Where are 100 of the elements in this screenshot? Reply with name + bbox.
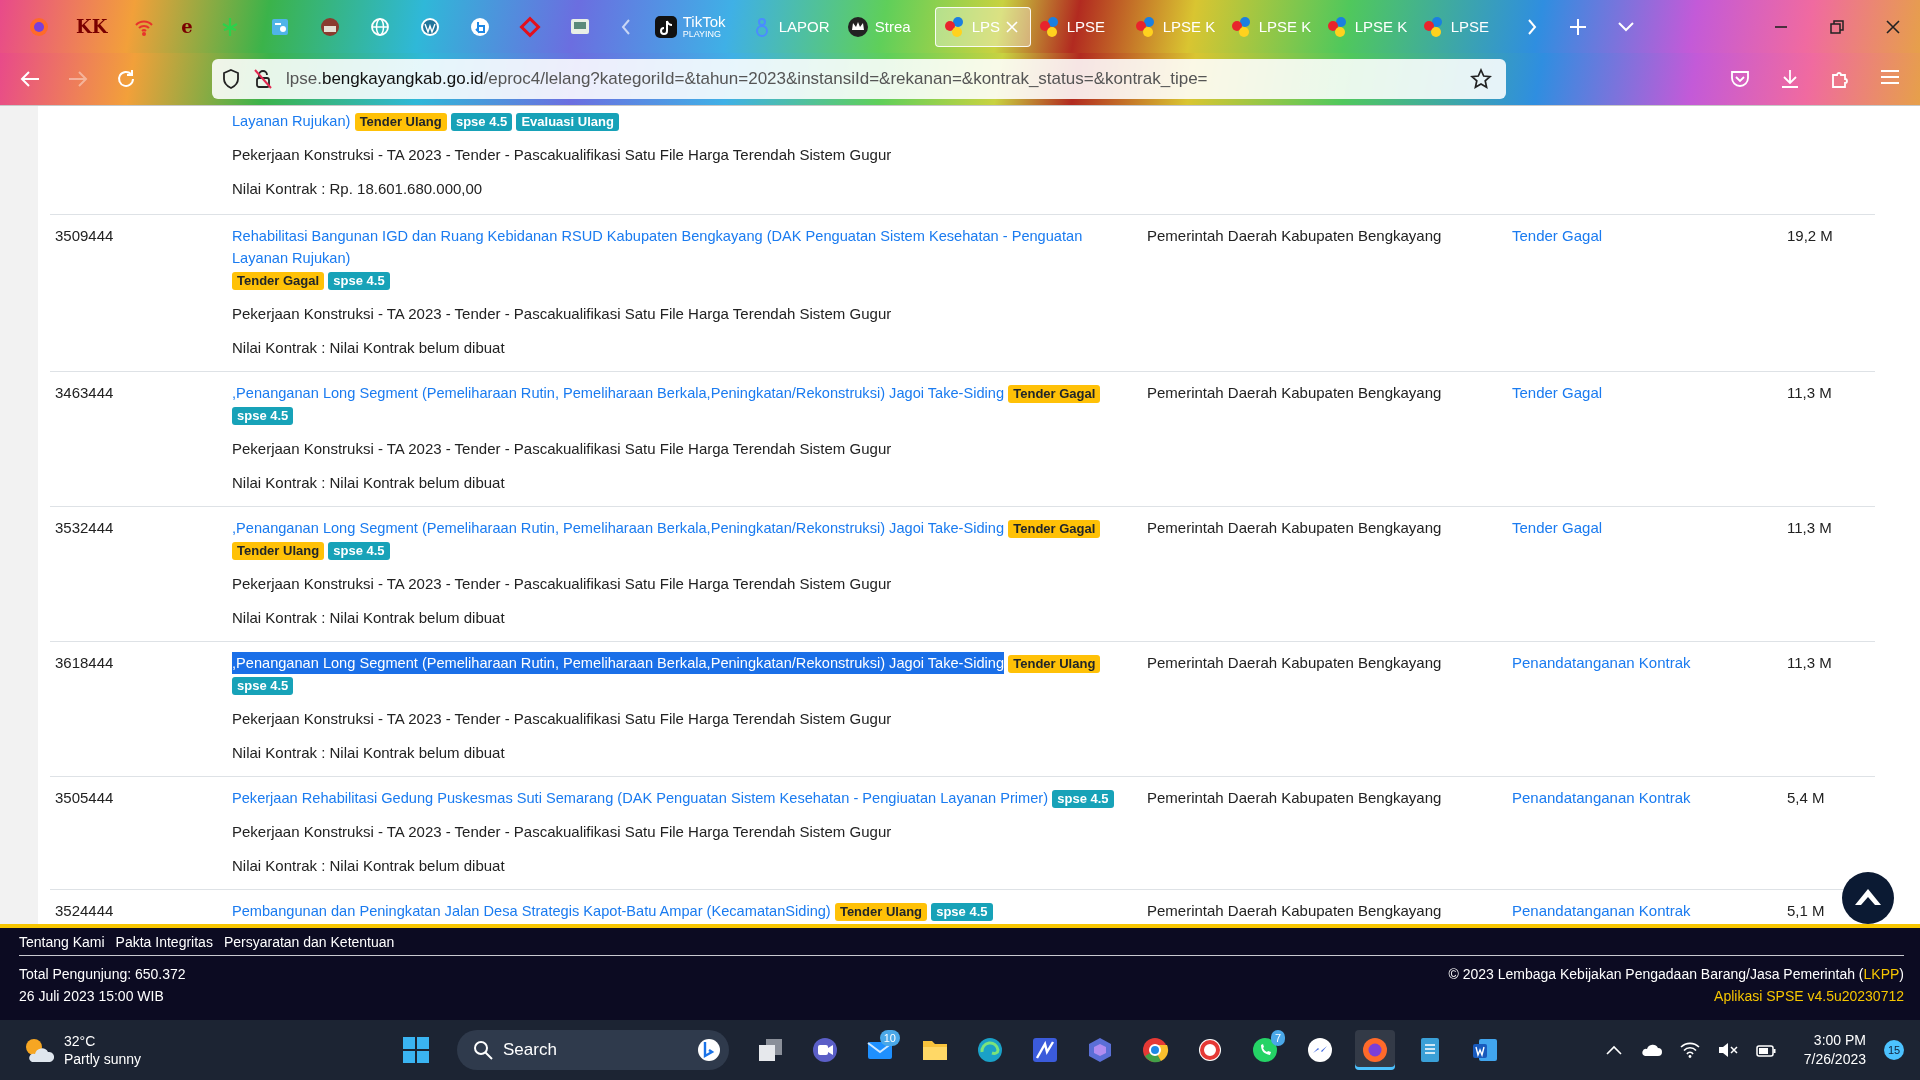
table-cell: 11,3 M [1787, 519, 1832, 536]
ring-icon [1196, 1036, 1224, 1064]
status-tag: spse 4.5 [328, 542, 390, 560]
status-tag: spse 4.5 [450, 113, 513, 131]
speaker-muted-icon[interactable] [1717, 1042, 1738, 1058]
plus-icon[interactable] [1568, 17, 1587, 36]
tab-title: LAPOR [778, 18, 830, 35]
search-field[interactable]: Search [457, 1030, 729, 1070]
table-cell: Pemerintah Daerah Kabupaten Bengkayang [1147, 227, 1442, 244]
wave-icon [976, 1036, 1004, 1064]
table-cell: 3524444 [55, 902, 114, 919]
status-tag: Tender Gagal [1008, 385, 1101, 403]
crown-icon [846, 15, 869, 38]
tender-link[interactable]: Pembangunan dan Peningkatan Jalan Desa Strategis Kapot-Batu Ampar (KecamatanSiding) [232, 900, 831, 922]
pinned-tab[interactable]: KK [76, 16, 108, 37]
chat-bubble-icon [1306, 1036, 1334, 1064]
tender-link[interactable]: Layanan Rujukan) [232, 110, 351, 132]
time-text: 3:00 PM [1813, 1031, 1866, 1050]
contract-value: Nilai Kontrak : Nilai Kontrak belum dibuat [232, 743, 506, 763]
browser-tab[interactable]: TikTok PLAYING [646, 6, 743, 47]
tab-title: LPS [971, 18, 1001, 35]
taskbar-app[interactable] [1355, 1030, 1395, 1070]
notification-count[interactable]: 15 [1884, 1040, 1904, 1060]
tender-description: Pekerjaan Konstruksi - TA 2023 - Tender - Pascakualifikasi Satu File Harga Terendah Sistem Gugur [232, 709, 893, 729]
tender-link[interactable]: ,Penanganan Long Segment (Pemeliharaan Rutin, Pemeliharaan Berkala,Peningkatan/Rekonstruksi) Jagoi Take-Siding [232, 382, 1005, 404]
taskbar-app[interactable]: 10 [860, 1030, 900, 1070]
status-link[interactable]: Tender Gagal [1512, 227, 1603, 244]
table-cell: 3532444 [55, 519, 114, 536]
download-icon[interactable] [1780, 69, 1800, 89]
status-tag: spse 4.5 [1052, 790, 1114, 808]
status-tag: Tender Ulang [354, 113, 447, 131]
contract-value: Nilai Kontrak : Nilai Kontrak belum dibuat [232, 338, 506, 358]
status-tag: Tender Ulang [1008, 655, 1101, 673]
contract-value: Nilai Kontrak : Rp. 18.601.680.000,00 [232, 179, 484, 199]
status-link[interactable]: Tender Gagal [1512, 384, 1603, 401]
contract-value: Nilai Kontrak : Nilai Kontrak belum dibuat [232, 856, 506, 876]
table-cell: 11,3 M [1787, 654, 1832, 671]
temperature-text: 32°C [64, 1032, 97, 1050]
tender-link[interactable]: Pekerjaan Rehabilitasi Gedung Puskesmas Suti Semarang (DAK Penguatan Sistem Kesehatan - Pengiuatan Layanan Primer) [232, 787, 1049, 809]
status-tag: Evaluasi Ulang [516, 113, 619, 131]
notification-badge: 10 [879, 1030, 900, 1046]
back-icon[interactable] [20, 70, 40, 88]
close-icon[interactable] [1886, 19, 1900, 34]
lkpp-link[interactable]: LKPP [1863, 966, 1900, 982]
puzzle-icon[interactable] [1830, 69, 1850, 89]
footer-link[interactable]: Pakta Integritas [115, 934, 213, 950]
table-cell: 3618444 [55, 654, 114, 671]
battery-icon[interactable] [1755, 1042, 1776, 1058]
shield-icon[interactable] [222, 69, 240, 89]
tab-title: LPSE [1066, 18, 1106, 35]
footer-link[interactable]: Persyaratan dan Ketentuan [223, 934, 395, 950]
chevron-up-icon[interactable] [1605, 1045, 1622, 1055]
table-cell: Pemerintah Daerah Kabupaten Bengkayang [1147, 902, 1442, 919]
table-cell: Pemerintah Daerah Kabupaten Bengkayang [1147, 789, 1442, 806]
tender-link[interactable]: ,Penanganan Long Segment (Pemeliharaan Rutin, Pemeliharaan Berkala,Peningkatan/Rekonstruksi) Jagoi Take-Siding [232, 652, 1005, 674]
clock[interactable]: 3:00 PM 7/26/2023 [1803, 1031, 1866, 1069]
wordpress-icon[interactable] [418, 15, 441, 38]
status-link[interactable]: Penandatanganan Kontrak [1512, 654, 1691, 671]
table-cell: Pemerintah Daerah Kabupaten Bengkayang [1147, 384, 1442, 401]
restore-icon[interactable] [1830, 19, 1844, 34]
lock-off-icon[interactable] [254, 69, 272, 89]
browser-tab[interactable]: LPSE [1414, 6, 1511, 47]
footer-link[interactable]: Tentang Kami [19, 934, 105, 950]
tab-status: PLAYING [682, 29, 723, 40]
cloud-icon[interactable] [1639, 1043, 1662, 1057]
status-tag: spse 4.5 [232, 407, 294, 425]
version-link[interactable]: Aplikasi SPSE v4.5u20230712 [1714, 985, 1904, 1007]
video-chat-icon [811, 1036, 839, 1064]
contract-value: Nilai Kontrak : Nilai Kontrak belum dibuat [232, 608, 506, 628]
date-text: 7/26/2023 [1803, 1050, 1866, 1069]
address-bar[interactable]: lpse.bengkayangkab.go.id/eproc4/lelang?kategoriId=&tahun=2023&instansiId=&rekanan=&kontrak_status=&kontrak_tipe= [212, 59, 1506, 99]
status-link[interactable]: Penandatanganan Kontrak [1512, 789, 1691, 806]
status-tag: spse 4.5 [931, 903, 993, 921]
chevron-down-icon[interactable] [1616, 20, 1635, 33]
windows-icon[interactable] [402, 1036, 430, 1064]
browser-tab[interactable]: LPSE [1030, 6, 1127, 47]
tender-link[interactable]: Rehabilitasi Bangunan IGD dan Ruang Kebidanan RSUD Kabupaten Bengkayang (DAK Penguatan Sistem Kesehatan - Penguatan Layanan Rujukan) [232, 225, 1142, 269]
scroll-top-button[interactable] [1842, 872, 1894, 924]
tab-title: LPSE [1450, 18, 1490, 35]
browser-tab[interactable]: LAPOR [742, 6, 839, 47]
browser-tab[interactable]: LPSE K [1318, 6, 1415, 47]
table-cell: 3509444 [55, 227, 114, 244]
status-link[interactable]: Tender Gagal [1512, 519, 1603, 536]
url-text: lpse.bengkayangkab.go.id/eproc4/lelang?kategoriId=&tahun=2023&instansiId=&rekanan=&kontrak_status=&kontrak_tipe= [286, 69, 1209, 89]
star-icon[interactable] [1470, 68, 1492, 90]
tab-title: Strea [874, 18, 911, 35]
search-icon [473, 1040, 493, 1060]
pinned-tab[interactable]: e [181, 16, 193, 37]
status-tag: Tender Ulang [232, 542, 325, 560]
tender-description: Pekerjaan Konstruksi - TA 2023 - Tender - Pascakualifikasi Satu File Harga Terendah Sistem Gugur [232, 822, 893, 842]
pocket-icon[interactable] [1730, 69, 1750, 89]
tab-title: LPSE K [1162, 18, 1216, 35]
taskbar-app[interactable]: 7 [1245, 1030, 1285, 1070]
tender-link[interactable]: ,Penanganan Long Segment (Pemeliharaan Rutin, Pemeliharaan Berkala,Peningkatan/Rekonstruksi) Jagoi Take-Siding [232, 517, 1005, 539]
status-link[interactable]: Penandatanganan Kontrak [1512, 902, 1691, 919]
status-tag: spse 4.5 [328, 272, 390, 290]
contract-value: Nilai Kontrak : Nilai Kontrak belum dibuat [232, 473, 506, 493]
wifi-icon[interactable] [1679, 1042, 1700, 1058]
tender-description: Pekerjaan Konstruksi - TA 2023 - Tender - Pascakualifikasi Satu File Harga Terendah Sistem Gugur [232, 145, 893, 165]
status-tag: spse 4.5 [232, 677, 294, 695]
